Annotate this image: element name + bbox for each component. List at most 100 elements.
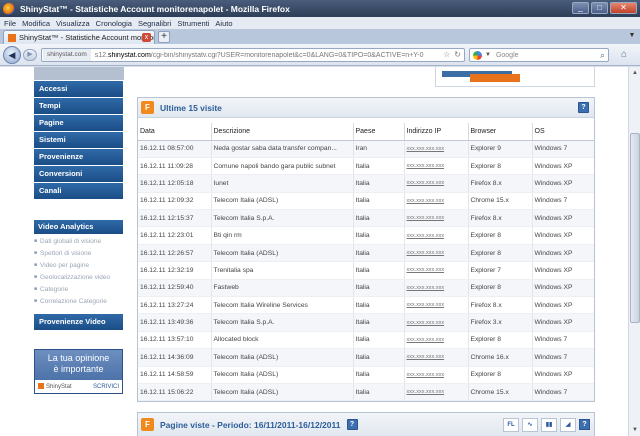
sidebar-item-conversioni[interactable]: Conversioni (34, 166, 123, 182)
table-row: 16.12.11 13:49:36 Telecom Italia S.p.A. It… (138, 313, 594, 332)
menu-strumenti[interactable]: Strumenti (177, 19, 209, 28)
sidebar-item-pagine[interactable]: Pagine (34, 115, 123, 131)
column-header-data[interactable]: Data (138, 123, 211, 141)
top-banner[interactable] (435, 67, 595, 87)
cell-browser: Chrome 16.x (467, 348, 532, 367)
chart-toolbar: FL ∿ ▮▮ ◢ ? (503, 418, 590, 432)
google-icon[interactable] (473, 50, 482, 60)
maximize-button[interactable]: □ (591, 2, 608, 14)
menu-aiuto[interactable]: Aiuto (215, 19, 232, 28)
sidebar-item-canali[interactable]: Canali (34, 183, 123, 199)
video-analytics-heading[interactable]: Video Analytics (34, 220, 123, 234)
page-views-help-button[interactable]: ? (346, 419, 358, 430)
url-bar[interactable]: shinystat.com s12.shinystat.com/cgi-bin/… (41, 48, 465, 62)
scrollbar-thumb[interactable] (630, 133, 640, 323)
cell-browser: Explorer 7 (467, 261, 532, 280)
video-item-dati-globali[interactable]: Dati globali di visione (34, 235, 123, 247)
cell-date: 16.12.11 12:09:32 (138, 192, 211, 211)
cell-description: Telecom Italia Wireline Services (210, 296, 353, 315)
cell-date: 16.12.11 12:59:40 (138, 279, 211, 298)
forward-button[interactable]: ▶ (23, 49, 37, 61)
column-header-os[interactable]: OS (531, 123, 594, 141)
tab-list-chevron-down-icon[interactable]: ▼ (627, 32, 637, 42)
video-item-correlazione[interactable]: Correlazione Categorie (34, 295, 123, 307)
cell-country: Italia (352, 174, 404, 193)
cell-ip[interactable]: xxx.xxx.xxx.xxx (403, 140, 468, 158)
menu-cronologia[interactable]: Cronologia (96, 19, 132, 28)
vertical-scrollbar[interactable]: ▲ ▼ (628, 67, 640, 436)
cell-ip[interactable]: xxx.xxx.xxx.xxx (403, 157, 468, 176)
scroll-down-icon[interactable]: ▼ (630, 425, 640, 435)
flash-chart-button[interactable]: FL (503, 418, 519, 432)
column-header-paese[interactable]: Paese (352, 123, 404, 141)
cell-ip[interactable]: xxx.xxx.xxx.xxx (403, 348, 468, 367)
search-input[interactable]: ▼ Google ⌕ (469, 48, 609, 62)
cell-ip[interactable]: xxx.xxx.xxx.xxx (403, 313, 468, 332)
menu-visualizza[interactable]: Visualizza (56, 19, 90, 28)
cell-browser: Chrome 15.x (467, 383, 532, 402)
chart-help-button[interactable]: ? (579, 419, 590, 430)
video-item-spettori[interactable]: Spettori di visione (34, 247, 123, 259)
close-tab-button[interactable]: x (142, 33, 151, 42)
table-row: 16.12.11 12:09:32 Telecom Italia (ADSL) It… (138, 192, 594, 211)
column-header-browser[interactable]: Browser (467, 123, 532, 141)
cell-ip[interactable]: xxx.xxx.xxx.xxx (403, 279, 468, 298)
video-item-categorie[interactable]: Categorie (34, 283, 123, 295)
cell-os: Windows XP (531, 261, 594, 280)
cell-date: 16.12.11 14:36:09 (138, 348, 211, 367)
menu-modifica[interactable]: Modifica (22, 19, 50, 28)
tab-shinystat[interactable]: ShinyStat™ - Statistiche Account monitor… (3, 30, 155, 44)
cell-ip[interactable]: xxx.xxx.xxx.xxx (403, 331, 468, 350)
back-button[interactable]: ◀ (3, 46, 21, 64)
close-window-button[interactable]: ✕ (610, 2, 637, 14)
cell-browser: Explorer 8 (467, 331, 532, 350)
scrivici-link[interactable]: SCRIVICI (93, 384, 119, 390)
table-row: 16.12.11 12:15:37 Telecom Italia S.p.A. It… (138, 209, 594, 228)
cell-os: Windows XP (531, 157, 594, 176)
area-chart-icon[interactable]: ◢ (560, 418, 576, 432)
cell-browser: Firefox 8.x (467, 296, 532, 315)
sidebar-item-sistemi[interactable]: Sistemi (34, 132, 123, 148)
cell-date: 16.12.11 11:09:28 (138, 157, 211, 176)
cell-ip[interactable]: xxx.xxx.xxx.xxx (403, 366, 468, 384)
cell-date: 16.12.11 15:06:22 (138, 383, 211, 402)
menu-file[interactable]: File (4, 19, 16, 28)
bar-chart-icon[interactable]: ▮▮ (541, 418, 557, 432)
sidebar-item-provenienze[interactable]: Provenienze (34, 149, 123, 165)
cell-country: Italia (352, 366, 404, 384)
video-item-geolocalizzazione[interactable]: Geolocalizzazione video (34, 271, 123, 283)
cell-ip[interactable]: xxx.xxx.xxx.xxx (403, 192, 468, 211)
scroll-up-icon[interactable]: ▲ (630, 68, 640, 78)
cell-ip[interactable]: xxx.xxx.xxx.xxx (403, 209, 468, 228)
feedback-promo-banner[interactable]: La tua opinione è importante ShinyStat S… (34, 349, 123, 394)
search-icon[interactable]: ⌕ (600, 50, 605, 61)
help-button[interactable]: ? (578, 102, 589, 113)
table-row: 16.12.11 13:57:10 Allocated block Italia xx… (138, 331, 594, 350)
cell-ip[interactable]: xxx.xxx.xxx.xxx (403, 383, 468, 402)
menu-segnalibri[interactable]: Segnalibri (138, 19, 171, 28)
site-identity-label[interactable]: shinystat.com (43, 49, 91, 61)
cell-ip[interactable]: xxx.xxx.xxx.xxx (403, 261, 468, 280)
cell-country: Italia (352, 331, 404, 350)
cell-ip[interactable]: xxx.xxx.xxx.xxx (403, 244, 468, 263)
bookmark-star-icon[interactable]: ☆ (443, 49, 450, 61)
shinystat-logo: ShinyStat (38, 383, 72, 390)
engine-chevron-down-icon[interactable]: ▼ (485, 52, 491, 58)
column-header-descrizione[interactable]: Descrizione (210, 123, 353, 141)
column-header-ip[interactable]: Indirizzo IP (403, 123, 468, 141)
sidebar-item-tempi[interactable]: Tempi (34, 98, 123, 114)
reload-icon[interactable]: ↻ (454, 49, 461, 61)
sidebar-item-accessi[interactable]: Accessi (34, 81, 123, 97)
new-tab-button[interactable]: + (158, 31, 170, 43)
panel-header: F Ultime 15 visite ? (138, 98, 594, 118)
cell-date: 16.12.11 12:32:19 (138, 261, 211, 280)
video-item-video-per-pagine[interactable]: Video per pagine (34, 259, 123, 271)
home-button[interactable]: ⌂ (615, 48, 633, 62)
cell-description: Trenitalia spa (210, 261, 353, 280)
cell-ip[interactable]: xxx.xxx.xxx.xxx (403, 174, 468, 193)
cell-ip[interactable]: xxx.xxx.xxx.xxx (403, 226, 468, 245)
minimize-button[interactable]: _ (572, 2, 589, 14)
cell-ip[interactable]: xxx.xxx.xxx.xxx (403, 296, 468, 315)
sidebar-item-provenienze-video[interactable]: Provenienze Video (34, 314, 123, 330)
line-chart-icon[interactable]: ∿ (522, 418, 538, 432)
